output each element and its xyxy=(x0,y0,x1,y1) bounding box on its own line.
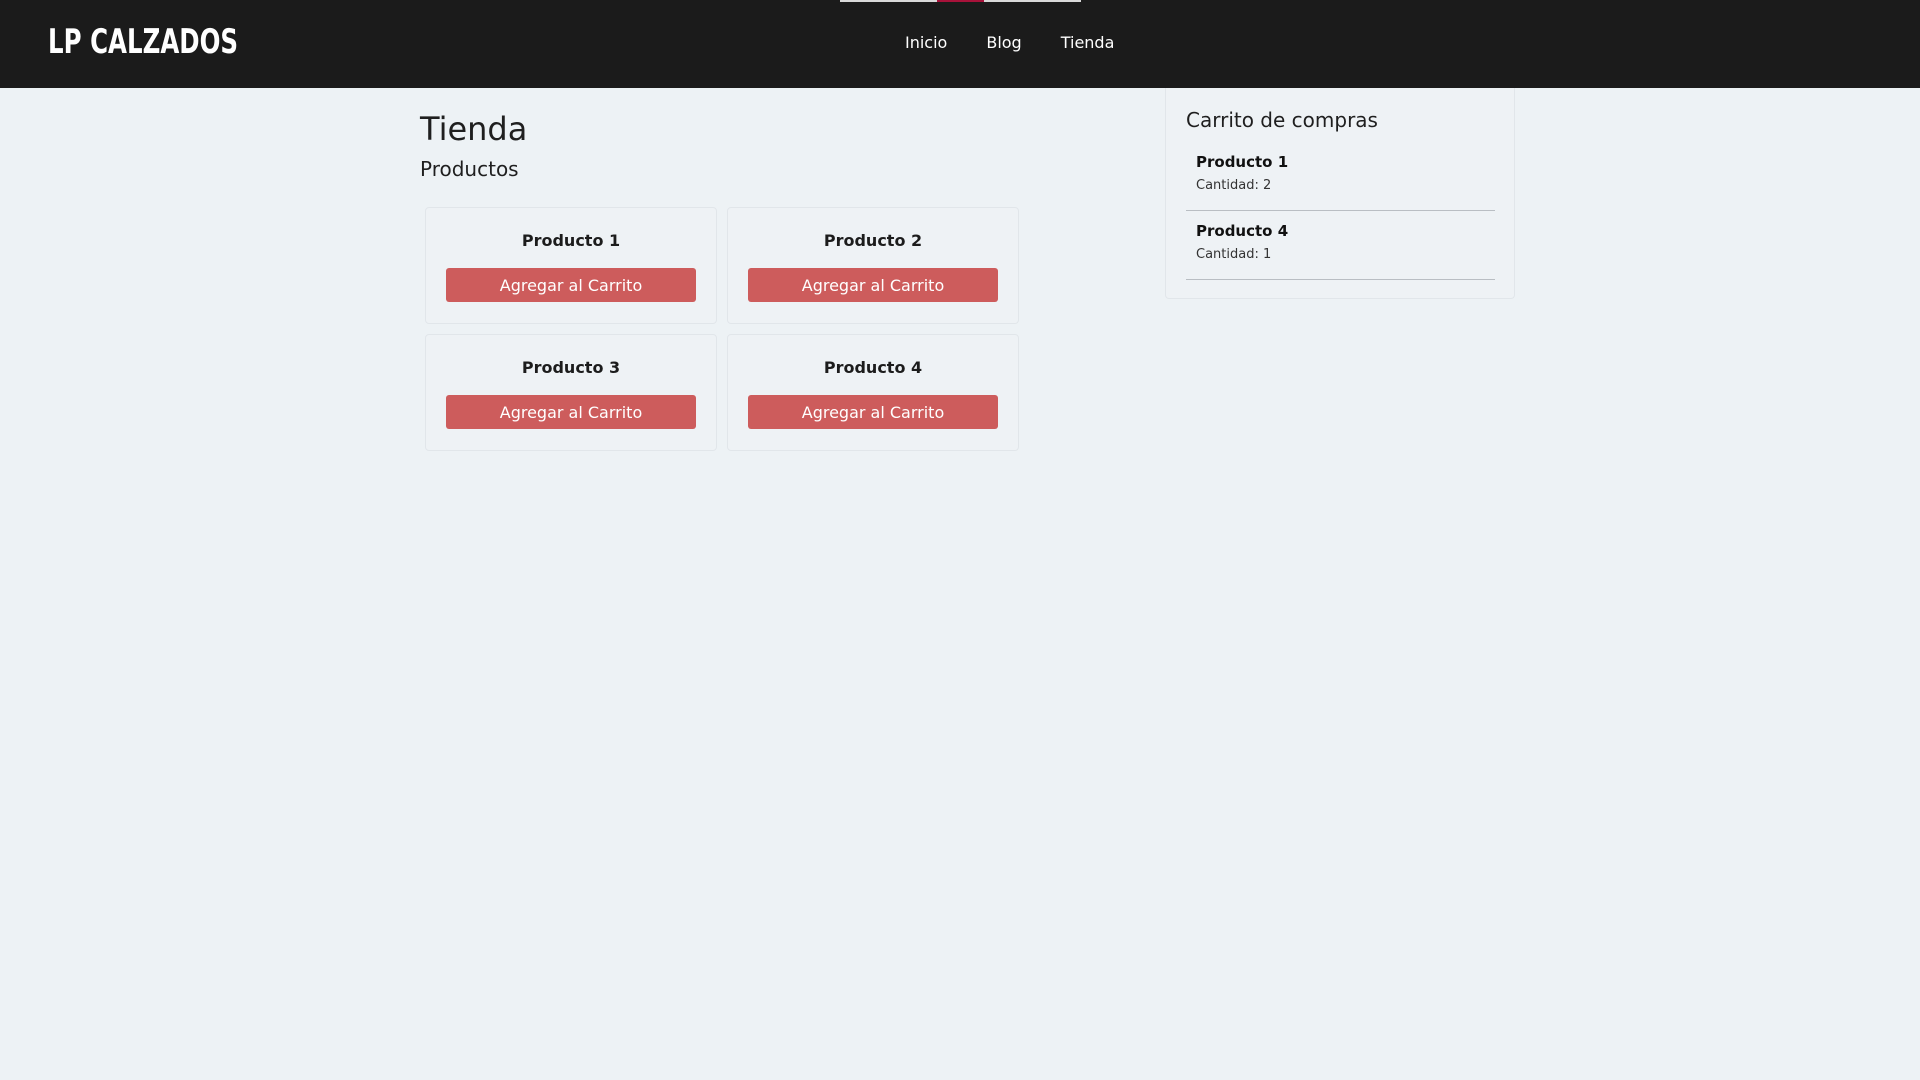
product-name: Producto 2 xyxy=(823,231,923,250)
cart-item-list: Producto 1 Cantidad: 2 Producto 4 Cantid… xyxy=(1186,142,1495,280)
product-name: Producto 1 xyxy=(521,231,621,250)
product-card: Producto 1 Agregar al Carrito xyxy=(425,207,717,324)
add-to-cart-button[interactable]: Agregar al Carrito xyxy=(446,395,696,429)
product-card: Producto 4 Agregar al Carrito xyxy=(727,334,1019,451)
cart-item-quantity: Cantidad: 2 xyxy=(1196,178,1272,193)
product-name: Producto 4 xyxy=(823,358,923,377)
cart-item-quantity: Cantidad: 1 xyxy=(1196,247,1272,262)
cart-item-name: Producto 1 xyxy=(1196,153,1289,171)
product-card: Producto 3 Agregar al Carrito xyxy=(425,334,717,451)
nav-link-blog[interactable]: Blog xyxy=(986,33,1021,53)
cart-item-name: Producto 4 xyxy=(1196,222,1289,240)
add-to-cart-button[interactable]: Agregar al Carrito xyxy=(446,268,696,302)
main-nav: Inicio Blog Tienda xyxy=(905,33,1153,53)
site-logo[interactable]: LP CALZADOS xyxy=(48,22,238,62)
cart-title: Carrito de compras xyxy=(1186,108,1378,132)
nav-link-inicio[interactable]: Inicio xyxy=(905,33,947,53)
cart-item: Producto 4 Cantidad: 1 xyxy=(1186,211,1495,280)
product-card: Producto 2 Agregar al Carrito xyxy=(727,207,1019,324)
nav-link-tienda[interactable]: Tienda xyxy=(1061,33,1115,53)
add-to-cart-button[interactable]: Agregar al Carrito xyxy=(748,395,998,429)
product-grid: Producto 1 Agregar al Carrito Producto 2… xyxy=(425,207,1019,451)
top-navbar: LP CALZADOS Inicio Blog Tienda xyxy=(0,0,1920,88)
cart-item: Producto 1 Cantidad: 2 xyxy=(1186,142,1495,211)
nav-indicator-accent xyxy=(937,0,984,2)
nav-indicator xyxy=(840,0,1081,2)
page-title: Tienda xyxy=(420,110,528,148)
add-to-cart-button[interactable]: Agregar al Carrito xyxy=(748,268,998,302)
product-name: Producto 3 xyxy=(521,358,621,377)
products-heading: Productos xyxy=(420,157,519,181)
shopping-cart-panel: Carrito de compras Producto 1 Cantidad: … xyxy=(1165,88,1515,299)
